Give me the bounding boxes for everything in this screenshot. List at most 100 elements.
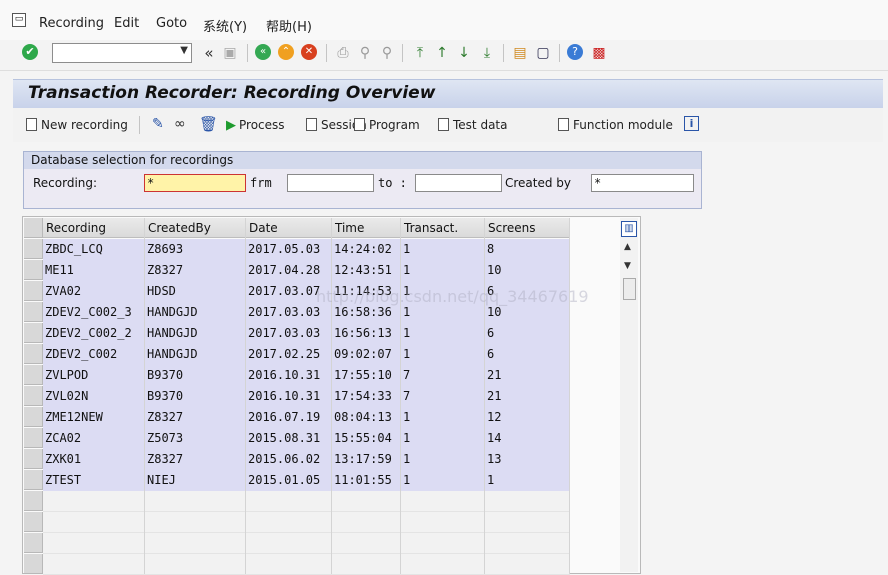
menu-edit[interactable]: Edit: [114, 16, 139, 31]
column-created-by-header[interactable]: CreatedBy: [145, 218, 246, 238]
command-field[interactable]: ▼: [52, 43, 192, 63]
row-selector[interactable]: [24, 428, 43, 448]
info-icon[interactable]: i: [684, 116, 699, 131]
row-selector[interactable]: [24, 449, 43, 469]
collapse-icon[interactable]: «: [200, 44, 218, 62]
table-row[interactable]: ZCA02 Z5073 2015.08.31 15:55:04 1 14: [24, 428, 570, 449]
to-label: to :: [378, 176, 407, 190]
row-selector[interactable]: [24, 512, 43, 532]
scroll-thumb[interactable]: [623, 278, 636, 300]
recording-from-value-input[interactable]: [287, 174, 374, 192]
row-selector[interactable]: [24, 386, 43, 406]
cell-created-by: HANDGJD: [147, 347, 198, 361]
column-divider: [484, 218, 485, 574]
cell-screens: 12: [487, 410, 502, 424]
shortcut-icon[interactable]: ▢: [534, 44, 552, 62]
exit-icon[interactable]: ⌃: [278, 44, 294, 60]
column-date-header[interactable]: Date: [246, 218, 332, 238]
table-row[interactable]: ZVL02N B9370 2016.10.31 17:54:33 7 21: [24, 386, 570, 407]
cell-created-by: HDSD: [147, 284, 176, 298]
cell-time: 17:55:10: [334, 368, 392, 382]
table-row[interactable]: ZBDC_LCQ Z8693 2017.05.03 14:24:02 1 8: [24, 239, 570, 260]
row-selector[interactable]: [24, 491, 43, 511]
column-transact-header[interactable]: Transact.: [401, 218, 485, 238]
prev-page-icon[interactable]: ↑: [433, 44, 451, 62]
test-data-button[interactable]: Test data: [438, 118, 507, 132]
recording-from-input[interactable]: *: [144, 174, 246, 192]
display-glasses-icon[interactable]: ∞: [174, 116, 186, 132]
row-selector[interactable]: [24, 344, 43, 364]
select-all-button[interactable]: [24, 218, 43, 238]
toolbar-separator: [559, 44, 560, 62]
column-layout-icon[interactable]: ▥: [621, 221, 637, 237]
scroll-up-icon[interactable]: ▲: [624, 242, 631, 252]
menu-bar: ▭ Recording Edit Goto 系统(Y) 帮助(H): [0, 0, 888, 40]
row-selector[interactable]: [24, 302, 43, 322]
last-page-icon[interactable]: ⤓: [478, 44, 496, 62]
first-page-icon[interactable]: ⤒: [411, 44, 429, 62]
row-selector[interactable]: [24, 554, 43, 574]
print-icon[interactable]: ⎙: [334, 44, 352, 62]
next-page-icon[interactable]: ↓: [455, 44, 473, 62]
table-row[interactable]: ZTEST NIEJ 2015.01.05 11:01:55 1 1: [24, 470, 570, 491]
table-row[interactable]: ME11 Z8327 2017.04.28 12:43:51 1 10: [24, 260, 570, 281]
cell-transact: 1: [403, 452, 411, 466]
menu-help[interactable]: 帮助(H): [266, 16, 312, 35]
database-selection-panel: Database selection for recordings Record…: [23, 151, 702, 209]
row-selector[interactable]: [24, 407, 43, 427]
function-module-label: Function module: [573, 118, 673, 132]
delete-trash-icon[interactable]: 🗑: [199, 115, 218, 133]
help-icon[interactable]: ?: [567, 44, 583, 60]
table-row[interactable]: ZVLPOD B9370 2016.10.31 17:55:10 7 21: [24, 365, 570, 386]
table-row[interactable]: ZDEV2_C002 HANDGJD 2017.02.25 09:02:07 1 6: [24, 344, 570, 365]
row-selector[interactable]: [24, 323, 43, 343]
recording-to-input[interactable]: [415, 174, 502, 192]
function-module-button[interactable]: Function module: [558, 118, 673, 132]
menu-icon[interactable]: ▭: [12, 13, 26, 27]
cell-created-by: Z8327: [147, 452, 184, 466]
table-row[interactable]: ZDEV2_C002_2 HANDGJD 2017.03.03 16:56:13 1 6: [24, 323, 570, 344]
table-row[interactable]: ZME12NEW Z8327 2016.07.19 08:04:13 1 12: [24, 407, 570, 428]
column-screens-header[interactable]: Screens: [485, 218, 570, 238]
cell-recording: ZDEV2_C002_3: [45, 305, 132, 319]
row-selector[interactable]: [24, 470, 43, 490]
empty-table-row: [24, 512, 570, 533]
edit-pencil-icon[interactable]: ✎: [152, 116, 164, 132]
cell-screens: 1: [487, 473, 495, 487]
row-selector[interactable]: [24, 260, 43, 280]
row-selector[interactable]: [24, 239, 43, 259]
cell-time: 09:02:07: [334, 347, 392, 361]
new-session-icon[interactable]: ▤: [511, 44, 529, 62]
empty-table-row: [24, 491, 570, 512]
created-by-input[interactable]: *: [591, 174, 694, 192]
row-selector[interactable]: [24, 533, 43, 553]
vertical-scrollbar[interactable]: ▥ ▲ ▼: [620, 218, 638, 572]
column-time-header[interactable]: Time: [332, 218, 401, 238]
row-background: [43, 491, 570, 512]
back-icon[interactable]: «: [255, 44, 271, 60]
menu-system[interactable]: 系统(Y): [203, 16, 247, 35]
execute-icon: ▶: [226, 118, 236, 133]
save-icon[interactable]: ▣: [221, 44, 239, 62]
column-recording-header[interactable]: Recording: [43, 218, 145, 238]
new-recording-button[interactable]: New recording: [26, 118, 128, 132]
enter-check-icon[interactable]: ✔: [22, 44, 38, 60]
cell-transact: 7: [403, 368, 411, 382]
cell-time: 17:54:33: [334, 389, 392, 403]
cell-transact: 1: [403, 326, 411, 340]
cell-transact: 1: [403, 410, 411, 424]
row-selector[interactable]: [24, 365, 43, 385]
cancel-icon[interactable]: ✕: [301, 44, 317, 60]
menu-goto[interactable]: Goto: [156, 16, 187, 31]
find-icon[interactable]: ⚲: [356, 44, 374, 62]
menu-recording[interactable]: Recording: [39, 16, 104, 31]
chevron-down-icon[interactable]: ▼: [180, 45, 188, 56]
program-button[interactable]: Program: [354, 118, 420, 132]
find-next-icon[interactable]: ⚲: [378, 44, 396, 62]
row-selector[interactable]: [24, 281, 43, 301]
process-button[interactable]: ▶ Process: [226, 118, 285, 133]
table-row[interactable]: ZXK01 Z8327 2015.06.02 13:17:59 1 13: [24, 449, 570, 470]
scroll-down-icon[interactable]: ▼: [624, 261, 631, 271]
customize-layout-icon[interactable]: ▩: [590, 44, 608, 62]
toolbar-separator: [326, 44, 327, 62]
